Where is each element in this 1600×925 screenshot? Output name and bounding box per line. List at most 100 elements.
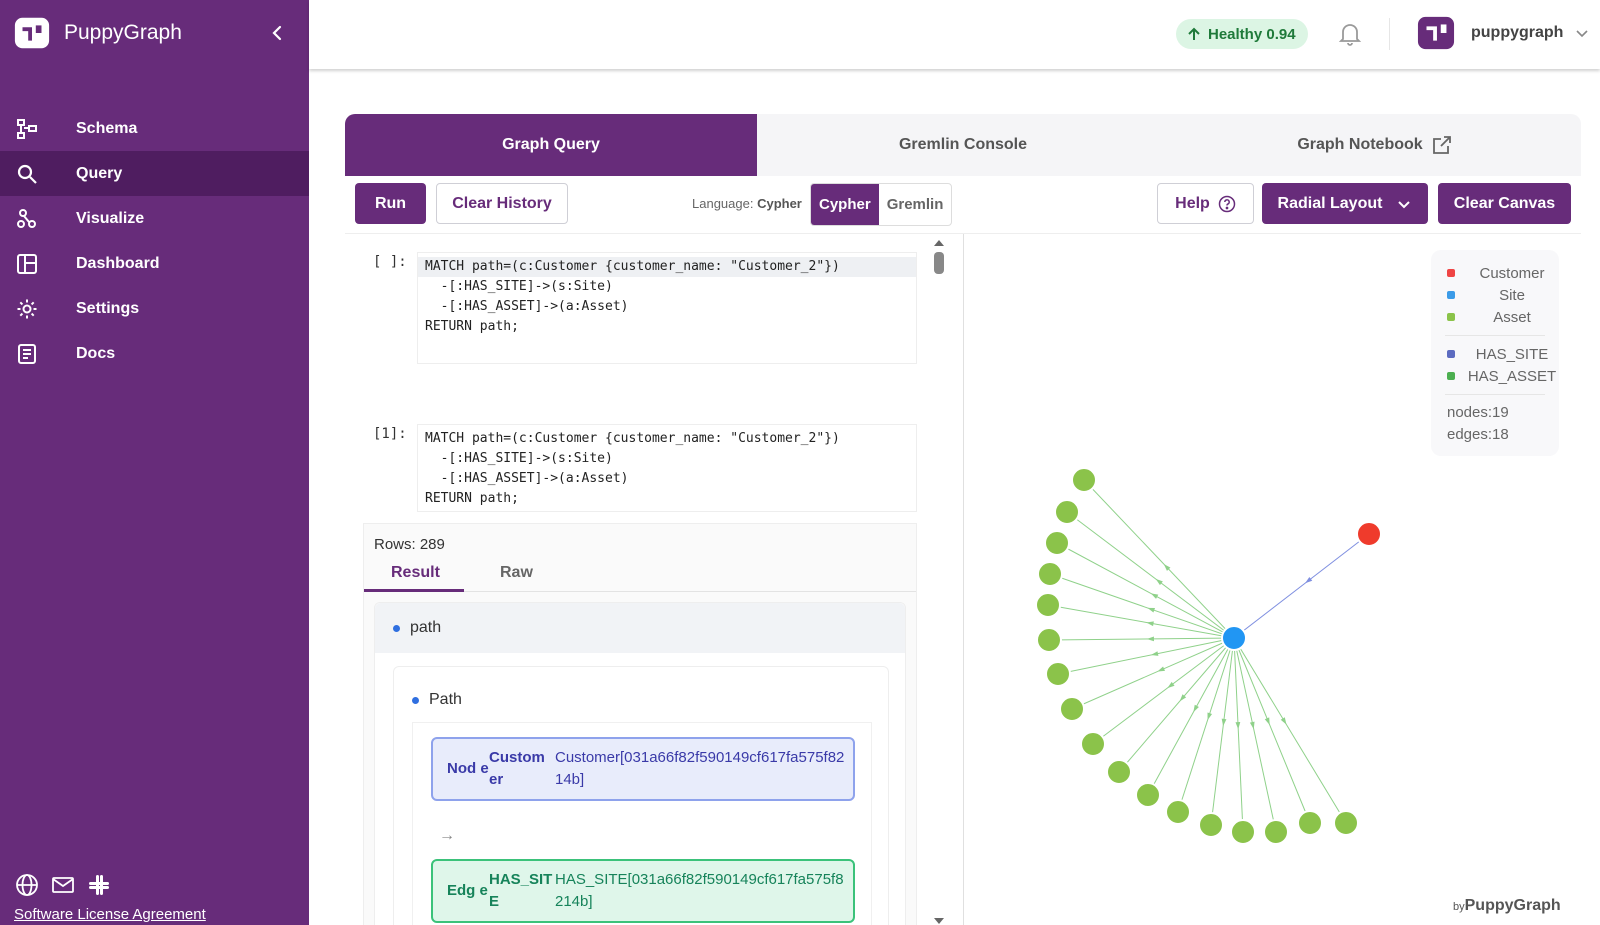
bell-icon[interactable] [1337, 21, 1363, 47]
tab-graph-query[interactable]: Graph Query [345, 114, 757, 176]
edge-chip[interactable]: Edg e HAS_SIT E HAS_SITE[031a66f82f59014… [431, 859, 855, 923]
help-button[interactable]: Help [1157, 183, 1254, 224]
code-line: RETURN path; [425, 319, 519, 334]
scrollbar[interactable] [932, 234, 946, 925]
code-editor[interactable]: MATCH path=(c:Customer {customer_name: "… [417, 424, 917, 512]
license-link[interactable]: Software License Agreement [14, 906, 206, 925]
clear-history-button[interactable]: Clear History [436, 183, 568, 224]
asset-node[interactable] [1198, 812, 1224, 838]
lang-option-cypher[interactable]: Cypher [811, 184, 879, 225]
asset-node[interactable] [1036, 627, 1062, 653]
scroll-up-icon[interactable] [932, 238, 946, 248]
asset-node[interactable] [1135, 782, 1161, 808]
has-asset-edge[interactable] [1049, 573, 1235, 639]
tab-result[interactable]: Result [391, 564, 440, 582]
has-asset-edge[interactable] [1083, 479, 1235, 639]
scroll-thumb[interactable] [934, 252, 944, 274]
has-asset-edge[interactable] [1233, 637, 1277, 833]
has-asset-edge[interactable] [1233, 637, 1244, 833]
byline-logo: byPuppyGraph [1453, 897, 1561, 915]
sidebar-item-settings[interactable]: Settings [0, 286, 309, 331]
layout-dropdown[interactable]: Radial Layout [1262, 183, 1428, 224]
legend-item-site[interactable]: Site [1431, 284, 1559, 306]
health-badge: Healthy 0.94 [1176, 19, 1308, 49]
slack-icon[interactable] [86, 872, 112, 898]
legend-item-customer[interactable]: Customer [1431, 262, 1559, 284]
asset-node[interactable] [1044, 530, 1070, 556]
run-button[interactable]: Run [355, 183, 426, 224]
tab-raw[interactable]: Raw [500, 564, 533, 582]
has-asset-edge[interactable] [1056, 542, 1235, 639]
edge-arrowhead [1150, 593, 1159, 599]
asset-node[interactable] [1080, 731, 1106, 757]
legend-label: HAS_ASSET [1467, 367, 1557, 385]
asset-node[interactable] [1045, 661, 1071, 687]
brand[interactable]: PuppyGraph [13, 14, 182, 52]
has-asset-edge[interactable] [1047, 604, 1235, 639]
asset-node[interactable] [1035, 592, 1061, 618]
has-asset-edge[interactable] [1233, 637, 1311, 824]
asset-node[interactable] [1165, 799, 1191, 825]
asset-node[interactable] [1037, 561, 1063, 587]
asset-node[interactable] [1297, 810, 1323, 836]
edge-arrowhead [1249, 721, 1255, 730]
legend-label: Customer [1479, 264, 1545, 282]
has-asset-edge[interactable] [1066, 511, 1235, 639]
legend-item-has-site[interactable]: HAS_SITE [1431, 343, 1559, 365]
visualize-icon [16, 208, 38, 230]
edge-arrowhead [1280, 717, 1287, 725]
code-line: RETURN path; [425, 491, 519, 506]
asset-node[interactable] [1333, 810, 1359, 836]
asset-node[interactable] [1263, 819, 1289, 845]
site-node[interactable] [1221, 625, 1247, 651]
asset-node[interactable] [1106, 759, 1132, 785]
sidebar-item-dashboard[interactable]: Dashboard [0, 241, 309, 286]
notebook-cells: [ ]: MATCH path=(c:Customer {customer_na… [345, 234, 950, 925]
code-line: -[:HAS_SITE]->(s:Site) [425, 279, 613, 294]
path-detail-label: Path [429, 691, 462, 708]
sidebar-item-label: Query [76, 164, 123, 182]
code-line: MATCH path=(c:Customer {customer_name: "… [418, 257, 916, 277]
scroll-down-icon[interactable] [932, 916, 946, 925]
mail-icon[interactable] [50, 872, 76, 898]
sidebar-item-schema[interactable]: Schema [0, 106, 309, 151]
legend-item-asset[interactable]: Asset [1431, 306, 1559, 328]
collapse-sidebar-icon[interactable] [266, 22, 288, 44]
asset-node[interactable] [1054, 499, 1080, 525]
asset-node[interactable] [1071, 467, 1097, 493]
edge-arrowhead [1155, 578, 1163, 586]
cell-prompt: [ ]: [373, 254, 407, 270]
health-text: Healthy 0.94 [1208, 25, 1296, 43]
query-toolbar: Run Clear History Cypher Gremlin Help Ra… [345, 176, 1581, 234]
code-editor[interactable]: MATCH path=(c:Customer {customer_name: "… [417, 252, 917, 364]
has-site-edge[interactable] [1233, 533, 1370, 639]
user-menu[interactable]: puppygraph [1417, 14, 1589, 52]
tab-gremlin-console[interactable]: Gremlin Console [757, 114, 1169, 176]
path-header[interactable]: path [375, 603, 905, 653]
code-line: MATCH path=(c:Customer {customer_name: "… [425, 431, 840, 446]
has-asset-edge[interactable] [1233, 637, 1347, 824]
sidebar-item-query[interactable]: Query [0, 151, 309, 196]
schema-icon [16, 118, 38, 140]
legend-item-has-asset[interactable]: HAS_ASSET [1431, 365, 1559, 387]
asset-node[interactable] [1059, 696, 1085, 722]
has-asset-edge[interactable] [1210, 637, 1235, 826]
legend-swatch [1447, 313, 1455, 321]
brand-name: PuppyGraph [64, 21, 182, 44]
globe-icon[interactable] [14, 872, 40, 898]
asset-node[interactable] [1230, 819, 1256, 845]
gear-icon [16, 298, 38, 320]
legend-label: HAS_SITE [1475, 345, 1549, 363]
graph-legend: Customer Site Asset HAS_SITE HAS_ASSET n… [1431, 250, 1559, 456]
sidebar-item-docs[interactable]: Docs [0, 331, 309, 376]
has-asset-edge[interactable] [1048, 637, 1235, 641]
customer-node[interactable] [1356, 521, 1382, 547]
search-icon [16, 163, 38, 185]
node-chip[interactable]: Nod e Custom er Customer[031a66f82f59014… [431, 737, 855, 801]
clear-canvas-button[interactable]: Clear Canvas [1438, 183, 1571, 224]
topbar-divider [1389, 18, 1390, 50]
sidebar-item-visualize[interactable]: Visualize [0, 196, 309, 241]
lang-option-gremlin[interactable]: Gremlin [879, 184, 952, 225]
tab-graph-notebook[interactable]: Graph Notebook [1169, 114, 1581, 176]
sidebar-item-label: Settings [76, 299, 140, 317]
